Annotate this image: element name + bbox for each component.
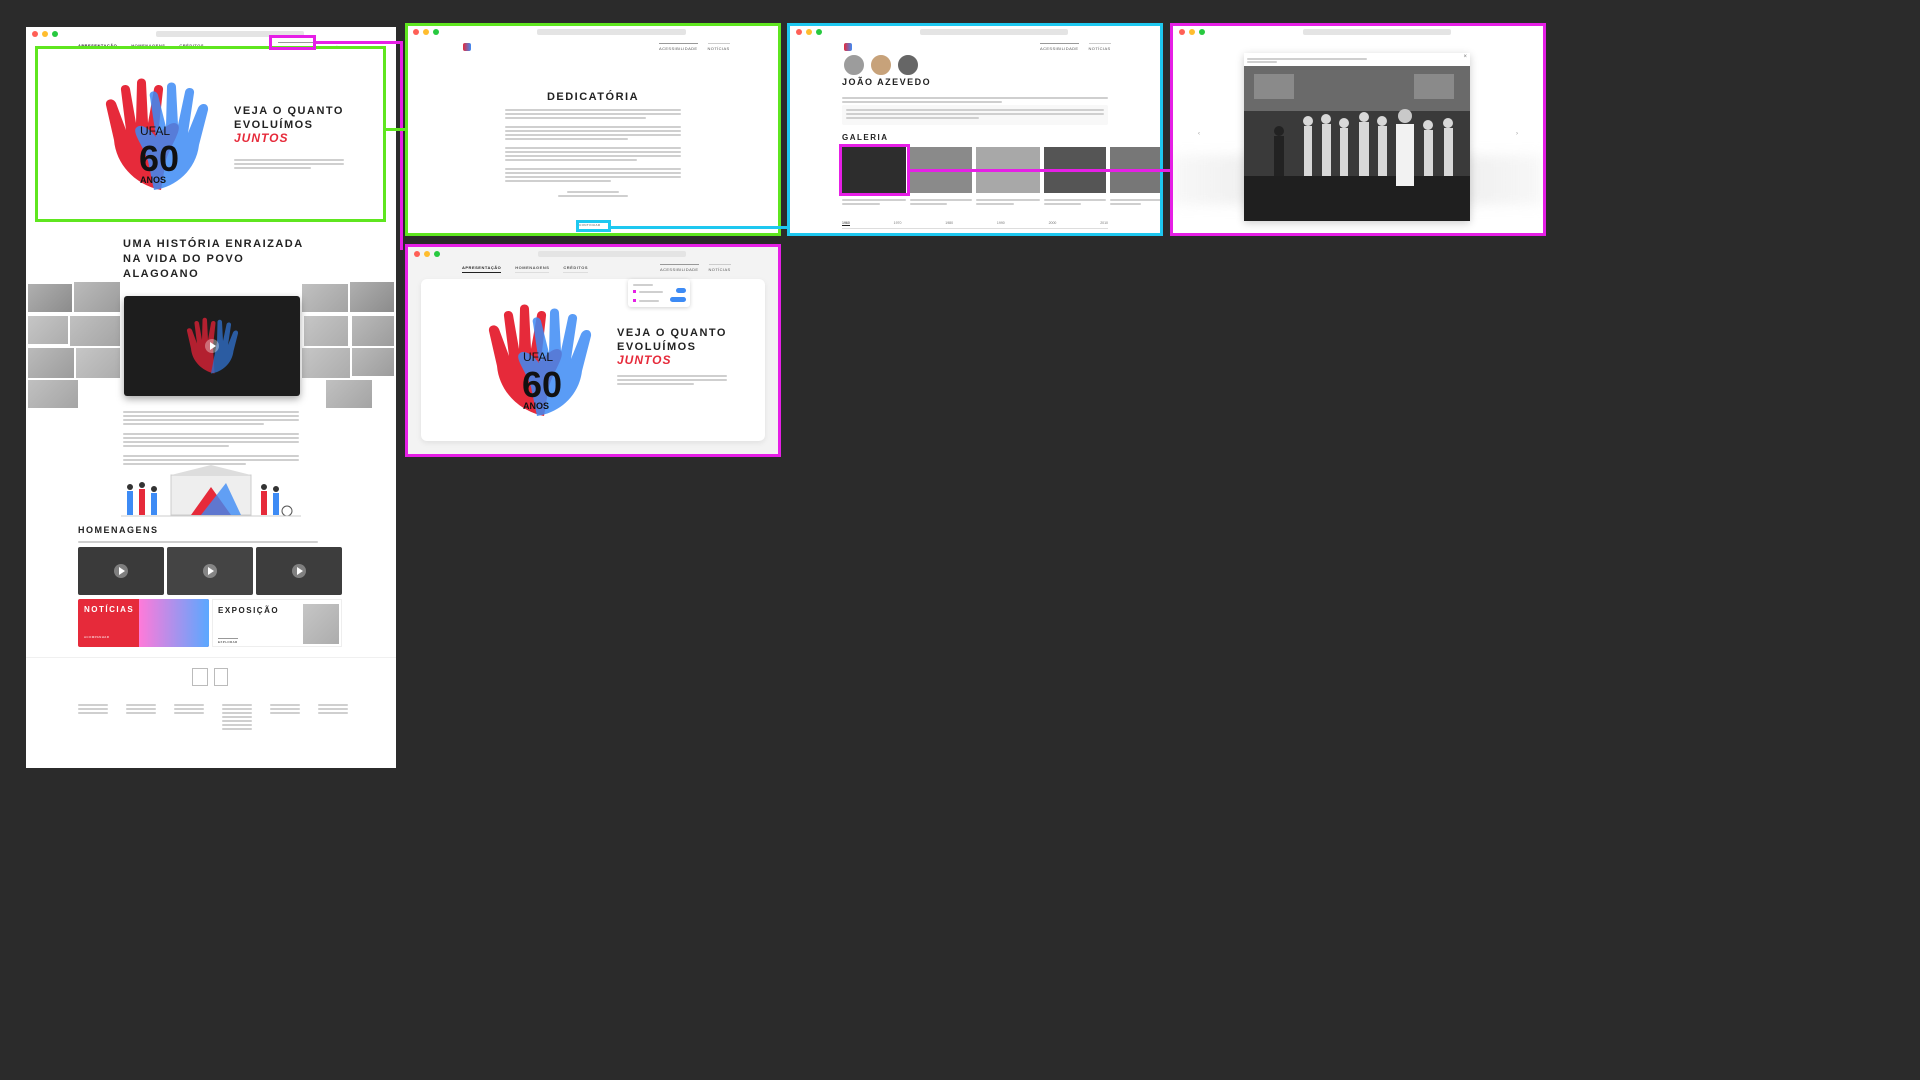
- minimize-dot-icon[interactable]: [42, 31, 48, 37]
- connector-gallery: [909, 169, 1171, 172]
- profile-window-highlight: [787, 23, 1163, 236]
- partner-crest-icon: [214, 668, 228, 686]
- exposicao-card-title: EXPOSIÇÃO: [218, 606, 280, 615]
- lightbox-window-highlight: [1170, 23, 1546, 236]
- close-dot-icon[interactable]: [32, 31, 38, 37]
- connector-accessibility: [316, 41, 402, 44]
- homenagens-title: HOMENAGENS: [78, 525, 159, 535]
- gallery-thumb-highlight: [839, 144, 910, 196]
- homenagem-video-1[interactable]: [78, 547, 164, 595]
- exposicao-card[interactable]: EXPOSIÇÃO EXPLORAR: [212, 599, 342, 647]
- accessibility-highlight: [269, 35, 316, 50]
- continuar-highlight: [576, 220, 611, 232]
- browser-chrome: [26, 27, 396, 41]
- hero-highlight: [35, 46, 386, 222]
- history-video[interactable]: [124, 296, 300, 396]
- news-card[interactable]: NOTÍCIAS ACOMPANHAR: [78, 599, 209, 647]
- maximize-dot-icon[interactable]: [52, 31, 58, 37]
- news-card-button[interactable]: ACOMPANHAR: [84, 635, 109, 639]
- connector-accessibility-down: [400, 41, 403, 250]
- connector-continuar: [610, 226, 788, 229]
- people-illustration: [121, 465, 301, 517]
- play-icon[interactable]: [292, 564, 306, 578]
- accessibility-window-highlight: [405, 244, 781, 457]
- homenagens-subtitle: [78, 541, 318, 543]
- dedicatoria-highlight: [405, 23, 781, 236]
- play-icon[interactable]: [114, 564, 128, 578]
- play-icon[interactable]: [205, 339, 219, 353]
- exposicao-card-button[interactable]: EXPLORAR: [218, 638, 238, 644]
- play-icon[interactable]: [203, 564, 217, 578]
- history-text: [123, 409, 299, 467]
- footer: [26, 657, 396, 768]
- connector-hero: [386, 128, 406, 131]
- homenagem-video-3[interactable]: [256, 547, 342, 595]
- history-title: UMA HISTÓRIA ENRAIZADA NA VIDA DO POVO A…: [123, 238, 304, 280]
- ufal-crest-icon: [192, 668, 208, 686]
- news-card-title: NOTÍCIAS: [84, 605, 135, 614]
- homenagem-video-2[interactable]: [167, 547, 253, 595]
